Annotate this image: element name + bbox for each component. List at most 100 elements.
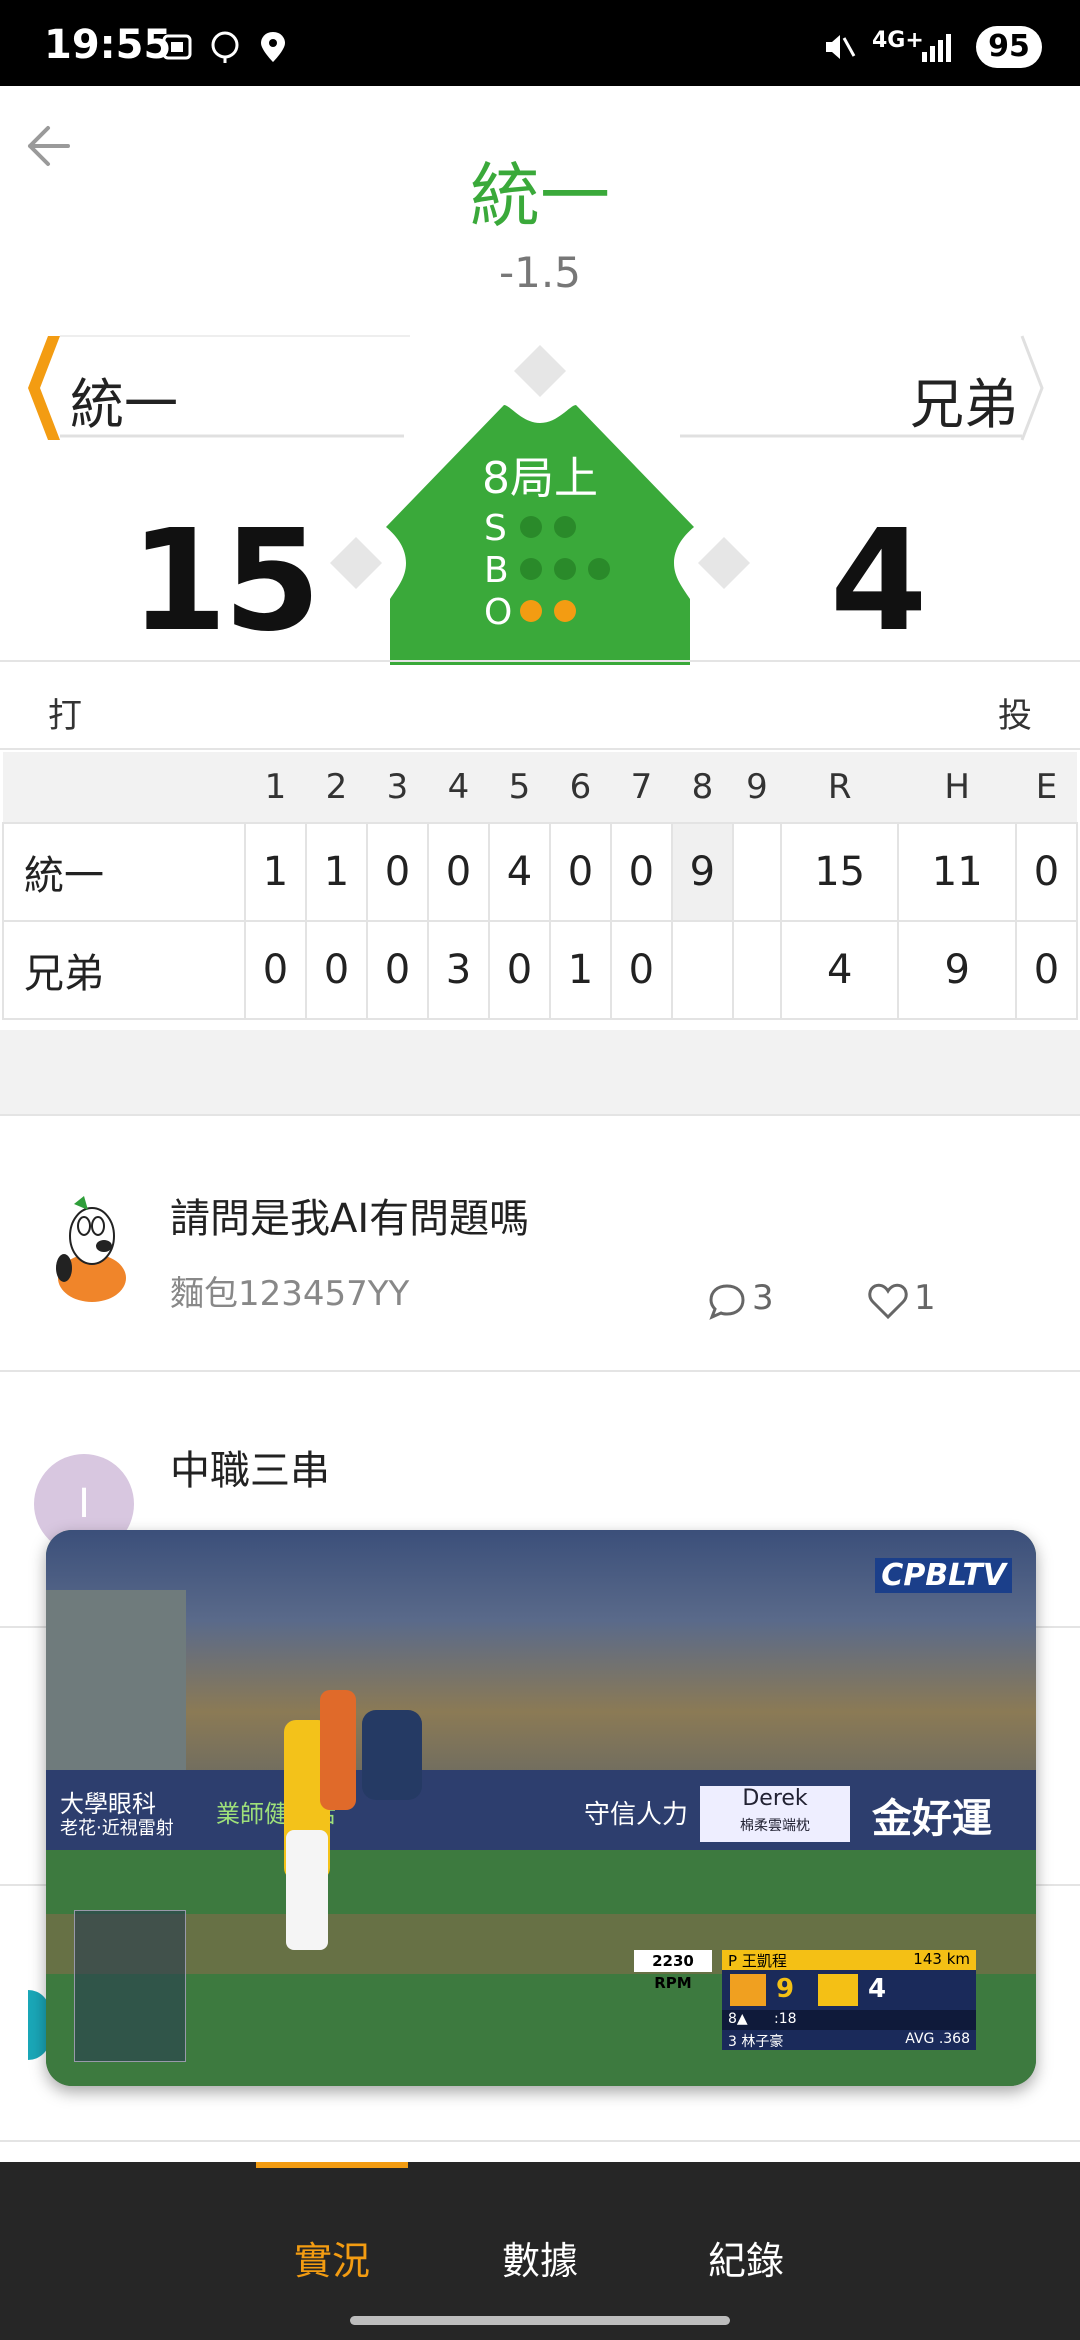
divider — [0, 660, 1080, 662]
score-cell: 0 — [426, 822, 490, 922]
scorebug-inning: 8▲ — [728, 2011, 748, 2027]
page-title: 統一 — [470, 155, 610, 237]
strike-dot — [554, 516, 576, 538]
header-cell: 5 — [488, 752, 550, 823]
point-spread: -1.5 — [499, 248, 581, 297]
runs-cell: 15 — [779, 822, 900, 922]
comment-count: 3 — [752, 1278, 774, 1318]
video-stairs — [46, 1590, 186, 1790]
video-pitcher-legs — [286, 1830, 328, 1950]
header-cell: 4 — [427, 752, 489, 823]
vpn-icon — [211, 31, 239, 63]
ball-label: B — [484, 550, 509, 591]
away-team-name[interactable]: 統一 — [70, 360, 178, 439]
score-cell: 4 — [487, 822, 551, 922]
scorebug-batter-avg: AVG .368 — [905, 2031, 970, 2047]
score-cell-current: 9 — [670, 822, 734, 922]
mute-icon — [826, 35, 856, 59]
scorebug-header: P 王凱程 143 km — [722, 1950, 976, 1970]
score-cell: 0 — [548, 822, 612, 922]
tab-records[interactable]: 紀錄 — [656, 2230, 836, 2285]
ball-dot — [554, 558, 576, 580]
ad-eye-clinic-sub: 老花‧近視雷射 — [60, 1818, 174, 1839]
scorebug-pitcher: P 王凱程 — [728, 1952, 787, 1970]
header-cell: H — [898, 752, 1016, 823]
strike-label: S — [484, 508, 507, 549]
first-base — [698, 537, 750, 589]
scorebug-batter: 3 林子豪 AVG .368 — [722, 2030, 976, 2050]
header-cell: 8 — [671, 752, 733, 823]
ad-lucky: 金好運 — [872, 1796, 992, 1842]
ad-derek-sub: 棉柔雲端枕 — [740, 1818, 810, 1834]
divider — [0, 748, 1080, 750]
header-cell: 6 — [549, 752, 611, 823]
row-team-name: 統一 — [2, 822, 246, 922]
errors-cell: 0 — [1014, 822, 1079, 922]
section-spacer — [0, 1030, 1080, 1116]
heart-icon[interactable] — [868, 1282, 908, 1320]
errors-cell: 0 — [1014, 920, 1079, 1020]
post-item[interactable]: 請問是我AI有問題嗎 麵包123457YY 3 1 — [0, 1116, 1080, 1370]
comment-icon[interactable] — [708, 1282, 746, 1320]
scorebug-score: 9 4 — [722, 1970, 976, 2010]
status-bar: 19:55 4G+ 95 — [0, 0, 1080, 86]
line-score-row-away: 統一 1 1 0 0 4 0 0 9 15 11 0 — [2, 822, 1079, 922]
score-cell: 0 — [487, 920, 551, 1020]
score-cell — [670, 920, 734, 1020]
ad-staffing: 守信人力 — [584, 1800, 689, 1830]
home-score: 4 — [830, 500, 928, 663]
hits-cell: 9 — [897, 920, 1017, 1020]
header-cell: 9 — [732, 752, 781, 823]
home-indicator[interactable] — [350, 2316, 730, 2325]
avatar — [56, 1196, 126, 1302]
home-team-logo — [818, 1974, 858, 2006]
pitching-label: 投 — [998, 696, 1032, 736]
header-cell: E — [1015, 752, 1077, 823]
score-cell: 1 — [548, 920, 612, 1020]
out-dot — [520, 600, 542, 622]
header-cell: 7 — [610, 752, 672, 823]
header-cell: 1 — [245, 752, 306, 823]
tab-live[interactable]: 實況 — [242, 2230, 422, 2285]
out-dot — [554, 600, 576, 622]
away-team-logo — [730, 1974, 766, 2006]
scorebug-speed: 143 km — [913, 1950, 970, 1968]
network-type: 4G+ — [872, 28, 924, 53]
score-cell: 0 — [365, 920, 429, 1020]
second-base — [514, 345, 566, 397]
ball-dot — [588, 558, 610, 580]
signal-icon — [922, 34, 951, 62]
divider — [0, 2140, 1080, 2142]
video-strike-zone — [74, 1910, 186, 2062]
cpbltv-logo: CPBLTV — [875, 1558, 1012, 1593]
score-cell: 0 — [304, 920, 368, 1020]
line-score-table: 1 2 3 4 5 6 7 8 9 R H E 統一 1 1 0 0 4 0 0… — [2, 752, 1079, 1020]
header-cell — [3, 752, 245, 823]
runs-cell: 4 — [779, 920, 900, 1020]
header-cell: R — [780, 752, 899, 823]
like-count: 1 — [914, 1278, 936, 1318]
rpm-readout: 2230 RPM — [634, 1950, 712, 1992]
screenshot-icon — [162, 34, 192, 60]
inning-indicator: 8局上 — [482, 453, 598, 504]
tab-stats[interactable]: 數據 — [450, 2230, 630, 2285]
score-cell: 1 — [304, 822, 368, 922]
line-score-row-home: 兄弟 0 0 0 3 0 1 0 4 9 0 — [2, 920, 1079, 1020]
score-cell: 0 — [609, 822, 673, 922]
ad-derek-title: Derek — [742, 1786, 808, 1811]
home-team-name[interactable]: 兄弟 — [910, 360, 1018, 439]
balls-row: B — [484, 550, 644, 591]
ball-dot — [520, 558, 542, 580]
post-title: 請問是我AI有問題嗎 — [170, 1196, 530, 1242]
away-score: 15 — [130, 500, 321, 663]
scorebug-away-score: 9 — [776, 1974, 795, 2004]
scorebug-count: 8▲ :18 — [722, 2010, 976, 2030]
scorebug-pitch-count: :18 — [774, 2011, 797, 2027]
score-cell: 0 — [365, 822, 429, 922]
score-cell: 3 — [426, 920, 490, 1020]
header-cell: 2 — [305, 752, 367, 823]
live-video-player[interactable]: 大學眼科 老花‧近視雷射 業師健生活 守信人力 Derek 棉柔雲端枕 金好運 … — [46, 1530, 1036, 2086]
post-author: 麵包123457YY — [170, 1274, 410, 1314]
line-score-header: 1 2 3 4 5 6 7 8 9 R H E — [3, 752, 1077, 823]
ad-derek: Derek 棉柔雲端枕 — [700, 1786, 850, 1842]
